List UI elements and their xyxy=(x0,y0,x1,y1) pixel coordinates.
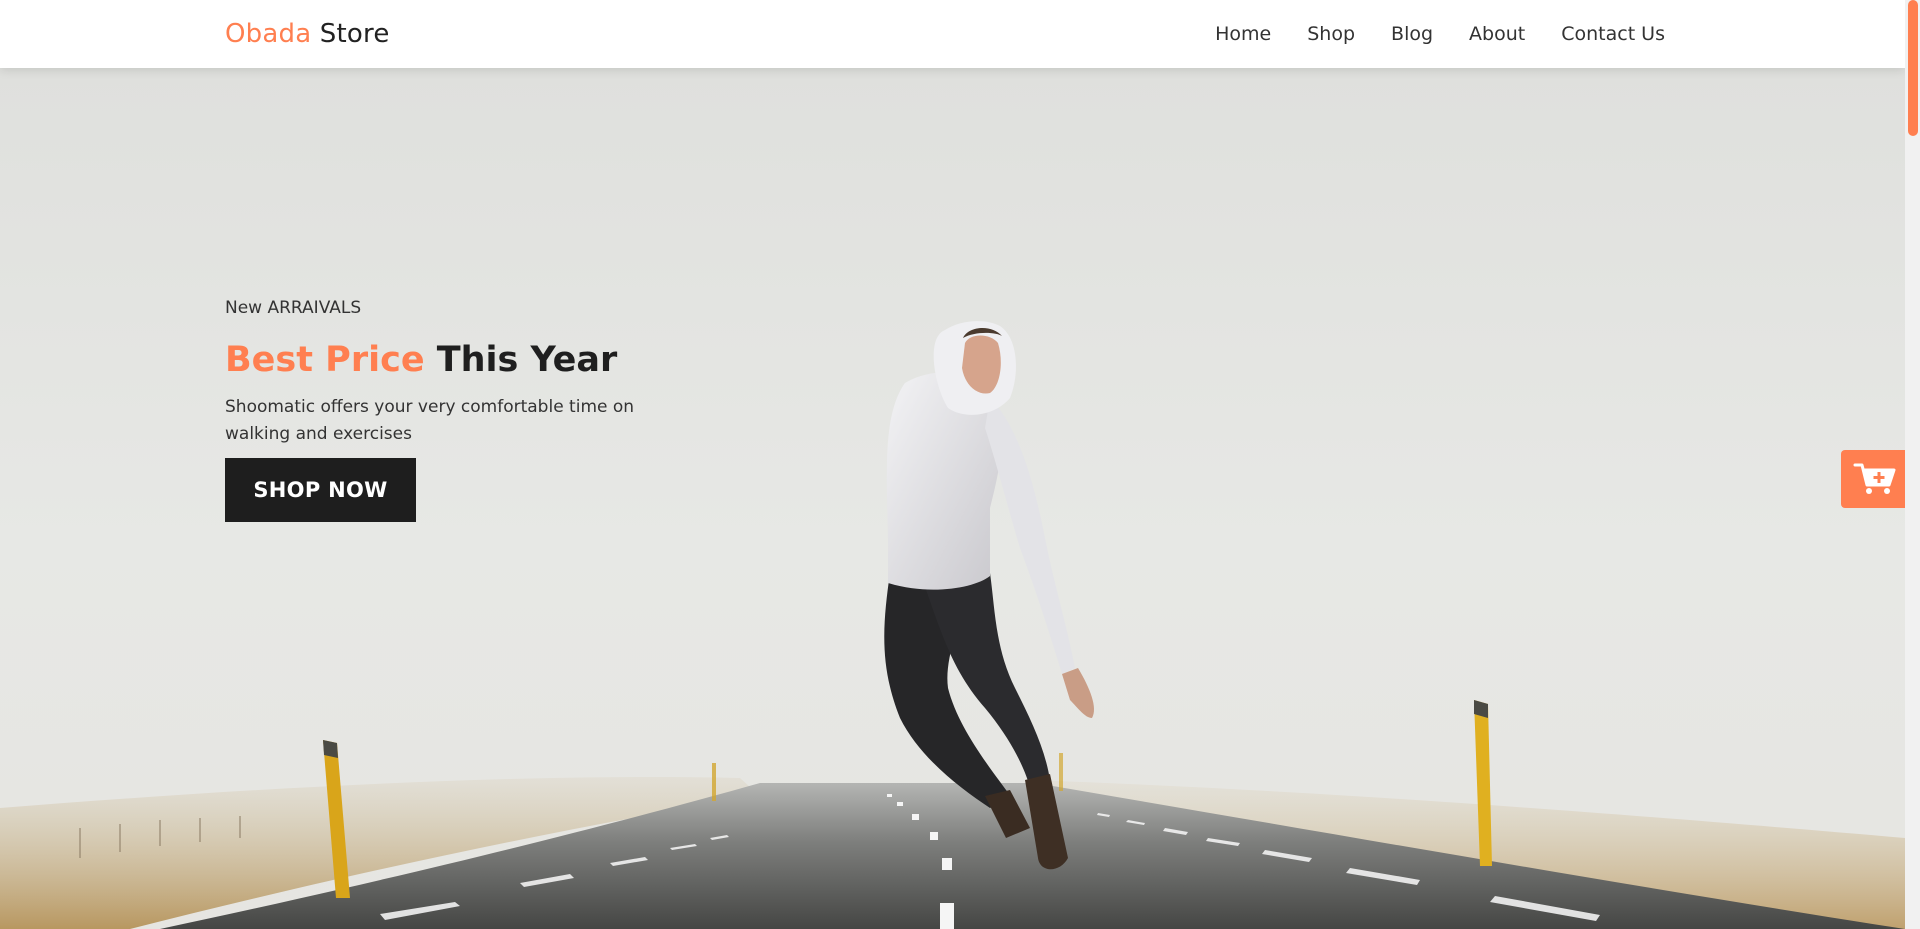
site-header: Obada Store Home Shop Blog About Contact… xyxy=(0,0,1905,68)
hero-title-rest: This Year xyxy=(424,340,618,380)
nav-contact[interactable]: Contact Us xyxy=(1561,23,1665,45)
nav-shop[interactable]: Shop xyxy=(1307,23,1355,45)
hero-eyebrow: New ARRAIVALS xyxy=(225,298,362,318)
hero-description: Shoomatic offers your very comfortable t… xyxy=(225,397,635,444)
nav-about[interactable]: About xyxy=(1469,23,1525,45)
floating-cart-button[interactable] xyxy=(1841,450,1909,508)
logo[interactable]: Obada Store xyxy=(225,17,390,51)
page-scrollbar[interactable] xyxy=(1905,0,1920,929)
nav-blog[interactable]: Blog xyxy=(1391,23,1433,45)
shop-now-button[interactable]: SHOP NOW xyxy=(225,458,416,522)
hero-banner: New ARRAIVALS Best Price This Year Shoom… xyxy=(0,68,1905,929)
scrollbar-thumb[interactable] xyxy=(1908,0,1918,136)
main-nav: Home Shop Blog About Contact Us xyxy=(1215,20,1665,48)
logo-rest: Store xyxy=(311,19,390,49)
hero-title-accent: Best Price xyxy=(225,340,425,380)
cart-plus-icon xyxy=(1853,463,1896,494)
hero-title: Best Price This Year xyxy=(225,338,665,382)
nav-home[interactable]: Home xyxy=(1215,23,1271,45)
hero-text-block: New ARRAIVALS Best Price This Year Shoom… xyxy=(225,296,665,522)
logo-accent: Obada xyxy=(225,19,312,49)
